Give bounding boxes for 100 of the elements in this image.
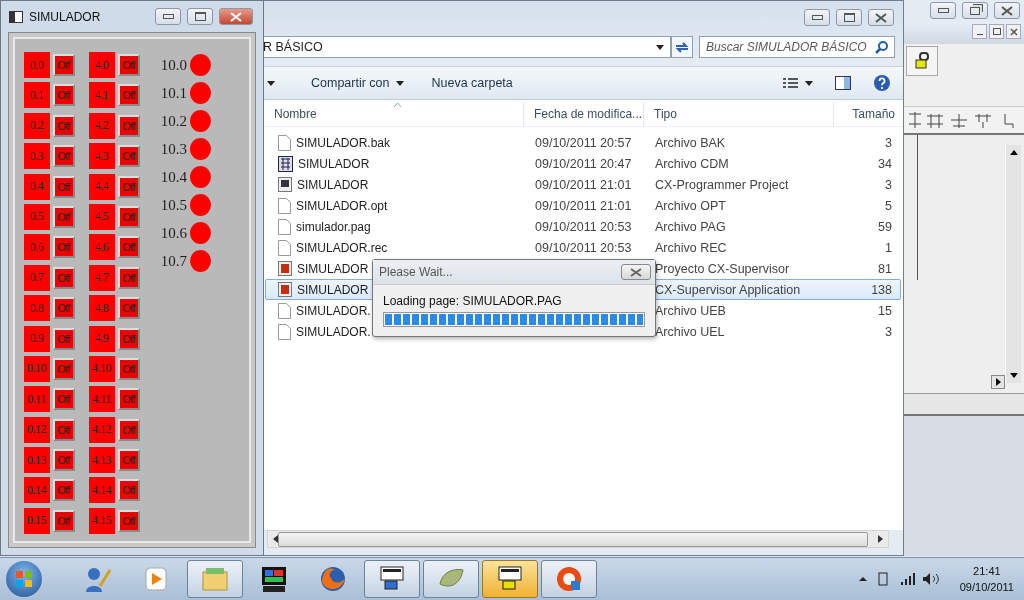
close-icon[interactable] — [994, 2, 1020, 19]
maximize-icon[interactable] — [187, 8, 213, 25]
toggle-button[interactable]: Off — [118, 509, 140, 532]
toggle-button[interactable]: Off — [53, 175, 75, 198]
dialog-message: Loading page: SIMULADOR.PAG — [383, 294, 563, 308]
file-size: 3 — [884, 135, 893, 150]
toggle-button[interactable]: Off — [118, 114, 140, 137]
file-type: Archivo REC — [654, 240, 728, 255]
project-file-icon — [278, 177, 292, 192]
toggle-button[interactable]: Off — [118, 236, 140, 259]
clock-date[interactable]: 09/10/2011 — [959, 579, 1014, 595]
toggle-button[interactable]: Off — [118, 449, 140, 472]
close-icon[interactable] — [621, 264, 651, 280]
toggle-button[interactable]: Off — [53, 297, 75, 320]
file-name: SIMULADOR.bak — [296, 135, 391, 150]
file-name: SIMULADOR. — [296, 303, 371, 318]
input-label: 0.7 — [24, 264, 50, 291]
toggle-button[interactable]: Off — [53, 54, 75, 76]
scroll-right-icon[interactable] — [878, 535, 883, 543]
file-date: 09/10/2011 20:53 — [534, 240, 633, 255]
toggle-button[interactable]: Off — [53, 357, 75, 380]
scroll-right-icon[interactable] — [991, 375, 1005, 389]
toggle-button[interactable]: Off — [118, 327, 140, 350]
toggle-button[interactable]: Off — [118, 175, 140, 198]
toggle-button[interactable]: Off — [118, 205, 140, 228]
computer-icon[interactable] — [364, 560, 420, 598]
start-button[interactable] — [6, 561, 42, 597]
toolbar-button[interactable]: Compartir con — [301, 72, 414, 94]
input-label: 4.8 — [89, 295, 115, 322]
toggle-button[interactable]: Off — [53, 449, 75, 472]
input-label: 4.9 — [89, 325, 115, 352]
output-label: 10.7 — [159, 252, 187, 270]
arrows-icon[interactable] — [541, 560, 597, 598]
toggle-button[interactable]: Off — [53, 236, 75, 259]
file-name: SIMULADOR — [297, 261, 369, 276]
search-icon[interactable] — [875, 40, 889, 54]
column-header[interactable]: Fecha de modifica... — [524, 102, 644, 126]
computer-icon[interactable] — [482, 560, 538, 598]
toggle-button[interactable]: Off — [53, 84, 75, 107]
close-icon[interactable] — [868, 9, 894, 26]
clock-time[interactable]: 21:41 — [973, 563, 1001, 579]
minimize-icon[interactable] — [930, 2, 956, 19]
toggle-button[interactable]: Off — [118, 479, 140, 502]
view-options-icon[interactable] — [783, 77, 813, 89]
scroll-up-icon[interactable] — [1009, 150, 1018, 155]
toggle-button[interactable]: Off — [53, 479, 75, 502]
input-label: 0.1 — [24, 82, 50, 109]
toggle-button[interactable]: Off — [118, 418, 140, 441]
input-label: 0.13 — [24, 447, 50, 474]
toggle-button[interactable]: Off — [118, 266, 140, 289]
preview-pane-icon[interactable] — [835, 76, 851, 90]
maximize-icon[interactable] — [836, 9, 862, 26]
toolbar-button[interactable]: Nueva carpeta — [421, 72, 523, 94]
grid-file-icon — [278, 155, 293, 172]
input-label: 0.10 — [24, 355, 50, 382]
toggle-button[interactable]: Off — [53, 145, 75, 168]
file-date: 09/10/2011 20:47 — [534, 156, 633, 171]
close-icon[interactable] — [219, 8, 253, 25]
input-label: 4.15 — [89, 507, 115, 534]
refresh-icon[interactable] — [671, 36, 693, 58]
toggle-button[interactable]: Off — [53, 205, 75, 228]
toggle-button[interactable]: Off — [53, 418, 75, 441]
column-header[interactable]: Tipo — [644, 102, 834, 126]
address-bar[interactable]: R BÁSICO — [263, 36, 671, 58]
dropdown-icon[interactable] — [656, 44, 664, 50]
toggle-button[interactable]: Off — [118, 145, 140, 168]
input-label: 0.14 — [24, 477, 50, 504]
file-name: SIMULADOR — [298, 156, 370, 171]
search-field[interactable]: Buscar SIMULADOR BÁSICO — [699, 36, 895, 58]
lock-icon[interactable] — [906, 46, 938, 76]
toggle-button[interactable]: Off — [53, 388, 75, 411]
toggle-button[interactable]: Off — [53, 327, 75, 350]
toggle-button[interactable]: Off — [53, 509, 75, 532]
file-size: 5 — [884, 198, 893, 213]
toggle-button[interactable]: Off — [53, 266, 75, 289]
column-header[interactable]: Tamaño — [834, 102, 903, 126]
input-label: 0.11 — [24, 386, 50, 413]
toggle-button[interactable]: Off — [118, 297, 140, 320]
restore-icon[interactable] — [962, 2, 988, 19]
help-icon[interactable] — [873, 74, 891, 92]
dropdown-icon[interactable] — [267, 80, 275, 86]
input-label: 0.8 — [24, 295, 50, 322]
scrollbar[interactable] — [267, 530, 889, 548]
restore-icon[interactable] — [989, 24, 1004, 39]
file-date: 09/10/2011 21:01 — [534, 198, 633, 213]
output-label: 10.3 — [159, 140, 187, 158]
close-icon[interactable] — [1006, 24, 1021, 39]
toggle-button[interactable]: Off — [118, 357, 140, 380]
toggle-button[interactable]: Off — [118, 84, 140, 107]
minimize-icon[interactable] — [972, 24, 987, 39]
output-label: 10.6 — [159, 224, 187, 242]
toggle-button[interactable]: Off — [53, 114, 75, 137]
toggle-button[interactable]: Off — [118, 388, 140, 411]
minimize-icon[interactable] — [155, 8, 181, 25]
file-date: 09/10/2011 20:53 — [534, 219, 633, 234]
scroll-down-icon[interactable] — [1009, 373, 1018, 378]
toggle-button[interactable]: Off — [118, 54, 140, 76]
dialog-title: Please Wait... — [379, 265, 453, 279]
file-date: 09/10/2011 21:01 — [534, 177, 633, 192]
minimize-icon[interactable] — [804, 9, 830, 26]
